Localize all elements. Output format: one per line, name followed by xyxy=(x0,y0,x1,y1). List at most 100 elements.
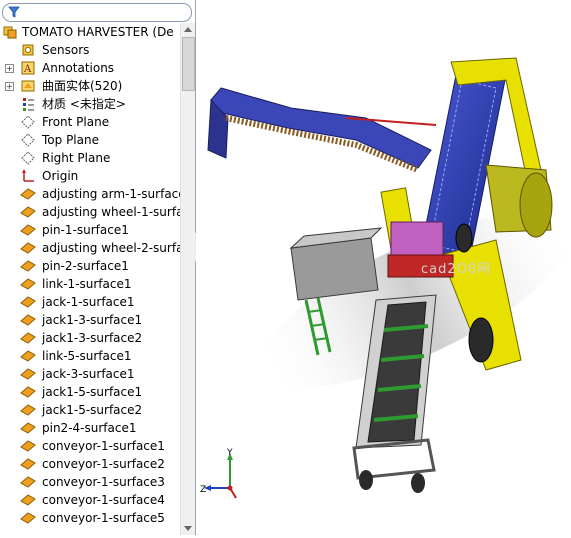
surface-bodies-icon xyxy=(21,80,35,92)
tree-item[interactable]: conveyor-1-surface3 xyxy=(0,473,180,491)
tree-item-label: jack1-3-surface1 xyxy=(42,313,143,327)
front-wheel-right xyxy=(411,473,425,493)
surface-feature-icon xyxy=(20,314,36,326)
rear-wheel-left xyxy=(468,317,494,363)
front-wheel-left xyxy=(359,470,373,490)
tree-item[interactable]: Top Plane xyxy=(0,131,180,149)
tree-item-label: 曲面实体(520) xyxy=(42,79,123,93)
material-icon xyxy=(23,98,34,111)
surface-feature-icon xyxy=(20,188,36,200)
tree-item-label: pin-1-surface1 xyxy=(42,223,129,237)
tree-item[interactable]: Front Plane xyxy=(0,113,180,131)
tree-item[interactable]: conveyor-1-surface1 xyxy=(0,437,180,455)
feature-manager-panel: TOMATO HARVESTER (De Sensors + A Annotation… xyxy=(0,0,196,535)
tree-item-label: jack1-3-surface2 xyxy=(42,331,143,345)
tree-item[interactable]: jack-3-surface1 xyxy=(0,365,180,383)
tree-item-label: adjusting wheel-1-surfa xyxy=(42,205,184,219)
tree-item-label: adjusting arm-1-surface xyxy=(42,187,186,201)
surface-feature-icon xyxy=(20,386,36,398)
tree-item[interactable]: conveyor-1-surface2 xyxy=(0,455,180,473)
tree-item-label: link-1-surface1 xyxy=(42,277,132,291)
tree-item[interactable]: pin-1-surface1 xyxy=(0,221,180,239)
tree-item-label: Top Plane xyxy=(42,133,99,147)
surface-feature-icon xyxy=(20,476,36,488)
tree-item[interactable]: jack1-3-surface2 xyxy=(0,329,180,347)
surface-feature-icon xyxy=(20,206,36,218)
tree-root-item[interactable]: TOMATO HARVESTER (De xyxy=(0,23,180,41)
view-triad[interactable]: Y Z xyxy=(200,448,248,510)
olive-bin-end xyxy=(519,172,553,238)
funnel-icon[interactable] xyxy=(8,6,20,18)
tree-item[interactable]: Origin xyxy=(0,167,180,185)
surface-feature-icon xyxy=(20,278,36,290)
assembly-icon xyxy=(3,26,17,39)
surface-feature-icon xyxy=(20,422,36,434)
scroll-thumb[interactable] xyxy=(182,37,195,91)
rear-wheel-upper xyxy=(455,223,473,253)
tree-item[interactable]: 材质 <未指定> xyxy=(0,95,180,113)
tree-item[interactable]: conveyor-1-surface5 xyxy=(0,509,180,527)
tree-item-label: jack1-5-surface2 xyxy=(42,403,143,417)
tree-item-label: 材质 <未指定> xyxy=(42,97,126,111)
sorting-fingers xyxy=(390,221,444,258)
feature-tree: TOMATO HARVESTER (De Sensors + A Annotation… xyxy=(0,23,186,527)
tree-item-label: jack-1-surface1 xyxy=(42,295,135,309)
tree-item-label: conveyor-1-surface4 xyxy=(42,493,165,507)
annotation-icon: A xyxy=(21,61,35,75)
tree-item[interactable]: + A Annotations xyxy=(0,59,180,77)
tree-root-label: TOMATO HARVESTER (De xyxy=(22,25,174,39)
watermark-text: cad2O8网 xyxy=(421,262,492,277)
tree-item[interactable]: link-5-surface1 xyxy=(0,347,180,365)
tree-scrollbar[interactable] xyxy=(180,23,195,535)
tree-item-label: Front Plane xyxy=(42,115,110,129)
tree-item[interactable]: Right Plane xyxy=(0,149,180,167)
tree-item[interactable]: conveyor-1-surface4 xyxy=(0,491,180,509)
surface-feature-icon xyxy=(20,260,36,272)
surface-feature-icon xyxy=(20,296,36,308)
expand-plus-icon[interactable]: + xyxy=(5,82,14,91)
surface-feature-icon xyxy=(20,494,36,506)
gray-box xyxy=(290,237,379,301)
tree-filter-input[interactable] xyxy=(2,3,192,22)
tree-item[interactable]: jack1-5-surface1 xyxy=(0,383,180,401)
tree-item-label: conveyor-1-surface2 xyxy=(42,457,165,471)
svg-text:A: A xyxy=(23,64,32,75)
tree-item[interactable]: link-1-surface1 xyxy=(0,275,180,293)
tree-item-label: link-5-surface1 xyxy=(42,349,132,363)
tree-item[interactable]: pin-2-surface1 xyxy=(0,257,180,275)
graphics-viewport[interactable]: cad2O8网 Y Z xyxy=(196,0,571,535)
surface-feature-icon xyxy=(20,458,36,470)
surface-feature-icon xyxy=(20,332,36,344)
tree-item-label: adjusting wheel-2-surfa xyxy=(42,241,184,255)
surface-feature-icon xyxy=(20,440,36,452)
surface-feature-icon xyxy=(20,404,36,416)
harvester-model xyxy=(207,57,571,493)
tree-item[interactable]: adjusting wheel-2-surfa xyxy=(0,239,184,257)
upper-conveyor xyxy=(210,87,432,169)
plane-icon xyxy=(21,151,35,165)
expand-plus-icon[interactable]: + xyxy=(5,64,14,73)
surface-feature-icon xyxy=(20,368,36,380)
tree-item-label: conveyor-1-surface1 xyxy=(42,439,165,453)
scroll-up-icon[interactable] xyxy=(184,27,192,32)
surface-feature-icon xyxy=(20,350,36,362)
tree-item-label: jack-3-surface1 xyxy=(42,367,135,381)
surface-feature-icon xyxy=(20,242,36,254)
tree-item[interactable]: jack-1-surface1 xyxy=(0,293,180,311)
tree-item[interactable]: Sensors xyxy=(0,41,180,59)
tree-item[interactable]: adjusting arm-1-surface xyxy=(0,185,186,203)
scroll-down-icon[interactable] xyxy=(184,526,192,531)
tree-item-label: pin2-4-surface1 xyxy=(42,421,137,435)
triad-y-label: Y xyxy=(226,448,233,458)
surface-feature-icon xyxy=(20,512,36,524)
origin-icon xyxy=(22,169,34,182)
tree-item[interactable]: adjusting wheel-1-surfa xyxy=(0,203,184,221)
tree-item[interactable]: jack1-5-surface2 xyxy=(0,401,180,419)
tree-item[interactable]: jack1-3-surface1 xyxy=(0,311,180,329)
tree-item-label: conveyor-1-surface5 xyxy=(42,511,165,525)
sensor-icon xyxy=(22,44,34,56)
plane-icon xyxy=(21,133,35,147)
tree-item[interactable]: + 曲面实体(520) xyxy=(0,77,180,95)
tree-item-label: Right Plane xyxy=(42,151,111,165)
tree-item[interactable]: pin2-4-surface1 xyxy=(0,419,180,437)
